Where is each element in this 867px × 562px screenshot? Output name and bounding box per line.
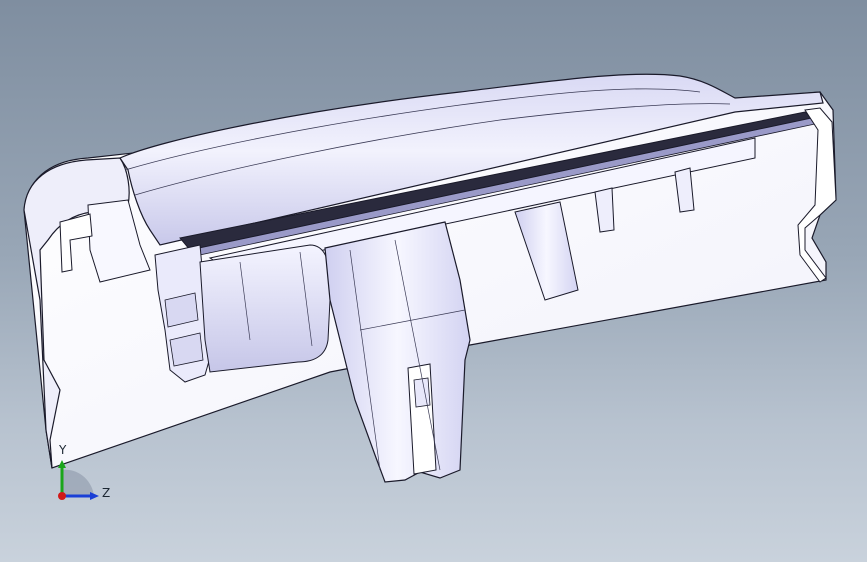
clip-window	[413, 377, 431, 408]
y-axis-arrow-icon	[58, 460, 66, 468]
graphics-viewport[interactable]: Y Z	[0, 0, 867, 562]
origin-icon	[58, 492, 66, 500]
cad-model-section-view[interactable]	[0, 0, 867, 562]
z-axis-arrow-icon	[90, 492, 99, 500]
z-axis-label: Z	[102, 486, 111, 500]
y-axis-label: Y	[59, 443, 67, 457]
clip-body	[324, 221, 471, 483]
connector-boss	[199, 244, 331, 373]
triad-shadow-icon	[62, 469, 94, 496]
